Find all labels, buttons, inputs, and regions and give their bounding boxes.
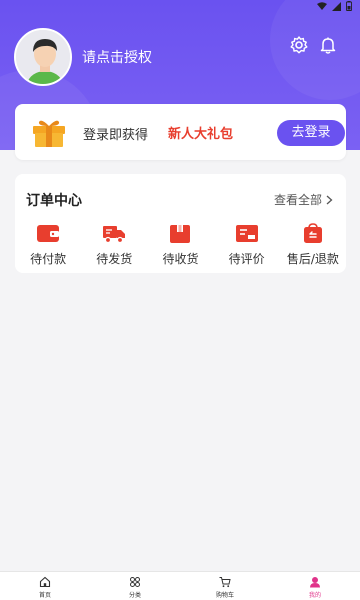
order-center-title: 订单中心 — [26, 193, 82, 209]
refund-bag-icon — [303, 223, 322, 243]
signal-icon — [332, 1, 341, 11]
order-item-label: 待发货 — [96, 252, 133, 266]
status-bar — [0, 0, 360, 14]
order-pending-receipt[interactable]: 待收货 — [147, 222, 213, 267]
promo-highlight: 新人大礼包 — [168, 127, 234, 142]
tab-label: 分类 — [128, 592, 141, 599]
order-center-card: 订单中心 查看全部 待付款 待发货 待收货 待评价 售后/退款 — [15, 174, 346, 273]
bottom-tab-bar: 首页 分类 购物车 我的 — [0, 571, 360, 600]
wifi-icon — [317, 2, 327, 10]
order-item-label: 售后/退款 — [286, 252, 339, 266]
box-icon — [170, 225, 191, 243]
tab-mine[interactable]: 我的 — [270, 572, 360, 600]
view-all-label: 查看全部 — [274, 193, 323, 207]
user-icon — [310, 577, 320, 588]
order-item-label: 待收货 — [162, 252, 199, 266]
tab-home[interactable]: 首页 — [0, 572, 90, 600]
gift-icon — [33, 120, 65, 147]
order-item-label: 待付款 — [30, 252, 67, 266]
order-pending-review[interactable]: 待评价 — [214, 222, 280, 267]
battery-icon — [346, 1, 352, 11]
status-icons — [317, 1, 352, 11]
tab-label: 购物车 — [215, 592, 234, 599]
header-decoration — [270, 0, 360, 100]
authorize-prompt[interactable]: 请点击授权 — [82, 47, 152, 67]
settings-icon[interactable] — [289, 35, 309, 55]
promo-text: 登录即获得 — [83, 128, 149, 143]
grid-icon — [130, 577, 140, 587]
order-after-sales[interactable]: 售后/退款 — [280, 222, 346, 267]
wallet-icon — [37, 225, 60, 242]
view-all-orders-link[interactable]: 查看全部 — [274, 191, 333, 208]
home-icon — [39, 576, 51, 588]
tab-cart[interactable]: 购物车 — [180, 572, 270, 600]
promo-card: 登录即获得 新人大礼包 去登录 — [15, 104, 346, 160]
avatar[interactable] — [14, 28, 72, 86]
chevron-right-icon — [326, 195, 333, 204]
tab-label: 我的 — [308, 592, 321, 599]
tab-label: 首页 — [38, 592, 51, 599]
review-card-icon — [235, 225, 258, 242]
order-status-list: 待付款 待发货 待收货 待评价 售后/退款 — [15, 222, 346, 267]
truck-icon — [103, 226, 126, 244]
tab-category[interactable]: 分类 — [90, 572, 180, 600]
cart-icon — [219, 577, 231, 588]
order-item-label: 待评价 — [228, 252, 265, 266]
order-pending-payment[interactable]: 待付款 — [15, 222, 81, 267]
login-button[interactable]: 去登录 — [277, 120, 345, 146]
bell-icon[interactable] — [318, 35, 338, 55]
order-pending-shipment[interactable]: 待发货 — [81, 222, 147, 267]
